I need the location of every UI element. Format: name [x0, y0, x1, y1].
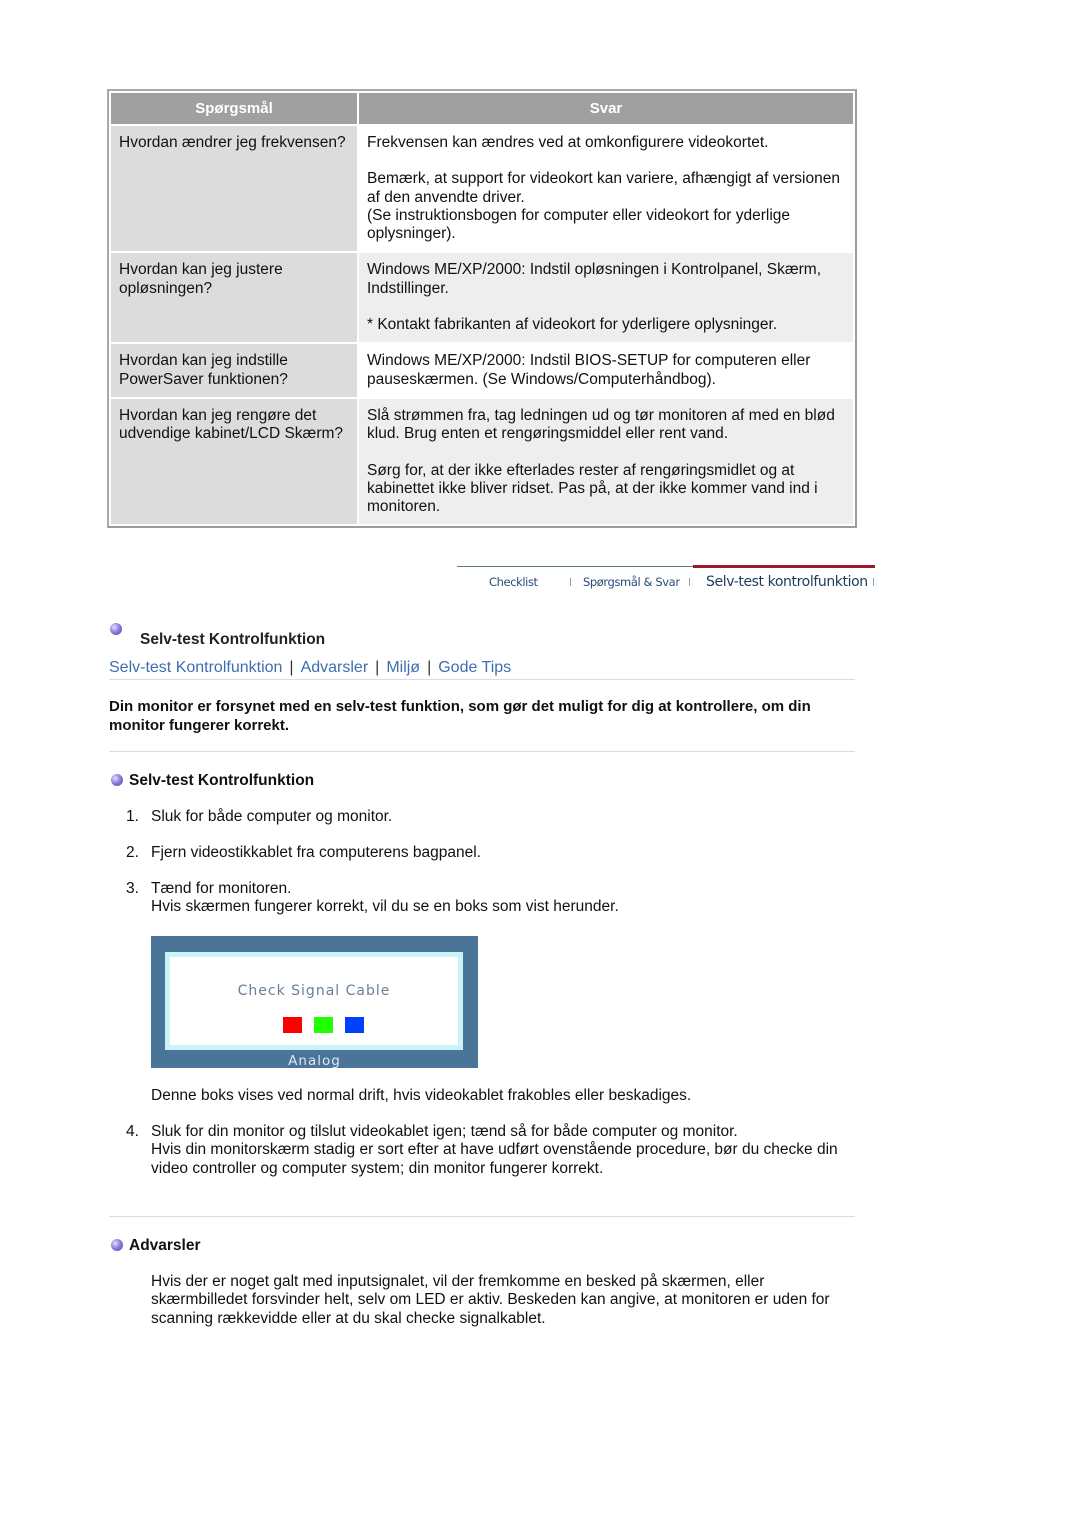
osd-green-square: [314, 1017, 333, 1033]
step-text: Sluk for din monitor og tilslut videokab…: [151, 1123, 738, 1140]
step-list: 1. Sluk for både computer og monitor.: [109, 808, 855, 826]
faq-answer-paragraph: Bemærk, at support for videokort kan var…: [367, 170, 840, 206]
link-environment[interactable]: Miljø: [386, 659, 420, 676]
warnings-text: Hvis der er noget galt med inputsignalet…: [151, 1273, 830, 1327]
faq-answer: Frekvensen kan ændres ved at omkonfigure…: [359, 126, 853, 252]
tab-separator: [689, 578, 690, 586]
step-item: 3. Tænd for monitoren. Hvis skærmen fung…: [109, 880, 855, 917]
divider: [109, 751, 855, 752]
link-separator: |: [375, 659, 380, 676]
step-text: Hvis skærmen fungerer korrekt, vil du se…: [151, 898, 619, 916]
tab-checklist[interactable]: Checklist: [489, 575, 538, 589]
step-list: 4. Sluk for din monitor og tilslut video…: [109, 1123, 855, 1178]
step-list: 3. Tænd for monitoren. Hvis skærmen fung…: [109, 880, 855, 917]
section-title: Selv-test Kontrolfunktion: [140, 631, 326, 648]
step-number: 2.: [126, 844, 139, 861]
faq-answer-paragraph: (Se instruktionsbogen for computer eller…: [367, 206, 791, 243]
faq-question: Hvordan kan jeg indstille PowerSaver fun…: [111, 344, 357, 397]
link-self-test[interactable]: Selv-test Kontrolfunktion: [109, 659, 282, 676]
warnings-heading: Advarsler: [111, 1237, 201, 1255]
selftest-heading-text: Selv-test Kontrolfunktion: [129, 772, 315, 789]
faq-answer-paragraph: Windows ME/XP/2000: Indstil BIOS-SETUP f…: [367, 352, 811, 388]
osd-blue-square: [345, 1017, 364, 1033]
osd-title: Check Signal Cable: [237, 983, 391, 999]
link-warnings[interactable]: Advarsler: [301, 659, 369, 676]
step-text: Tænd for monitoren.: [151, 880, 292, 897]
tab-separator: [873, 578, 874, 586]
faq-question: Hvordan kan jeg rengøre det udvendige ka…: [111, 398, 357, 525]
step-text: Fjern videostikkablet fra computerens ba…: [151, 844, 481, 861]
step-item: 2. Fjern videostikkablet fra computerens…: [109, 844, 855, 862]
osd-mode-label: Analog: [288, 1053, 341, 1069]
link-separator: |: [427, 659, 432, 676]
faq-row: Hvordan kan jeg indstille PowerSaver fun…: [111, 344, 853, 397]
faq-answer: Windows ME/XP/2000: Indstil BIOS-SETUP f…: [359, 344, 853, 397]
osd-red-square: [283, 1017, 302, 1033]
bullet-icon: [111, 774, 123, 786]
faq-header-row: Spørgsmål Svar: [111, 93, 853, 124]
warnings-heading-text: Advarsler: [129, 1237, 201, 1254]
divider: [109, 1216, 855, 1217]
faq-row: Hvordan ændrer jeg frekvensen? Frekvense…: [111, 126, 853, 252]
step-item: 4. Sluk for din monitor og tilslut video…: [109, 1123, 855, 1178]
faq-answer-paragraph: Frekvensen kan ændres ved at omkonfigure…: [367, 134, 769, 151]
step-number: 1.: [126, 808, 139, 825]
step-item: 1. Sluk for både computer og monitor.: [109, 808, 855, 826]
osd-inner-panel: Check Signal Cable: [165, 952, 463, 1050]
section-links: Selv-test Kontrolfunktion | Advarsler | Milj…: [109, 659, 855, 680]
step-number: 4.: [126, 1123, 139, 1140]
faq-question: Hvordan kan jeg justere opløsningen?: [111, 253, 357, 343]
tab-faq[interactable]: Spørgsmål & Svar: [583, 575, 680, 589]
active-tab-indicator: [693, 565, 875, 568]
tab-separator: [570, 578, 571, 586]
bullet-icon: [110, 623, 122, 635]
step-text: Sluk for både computer og monitor.: [151, 808, 393, 825]
section-tab-nav: Checklist Spørgsmål & Svar Selv-test kon…: [457, 565, 875, 596]
step-text: Hvis din monitorskærm stadig er sort eft…: [151, 1141, 838, 1177]
faq-answer-paragraph: * Kontakt fabrikanten af videokort for y…: [367, 316, 778, 334]
faq-answer-paragraph: Sørg for, at der ikke efterlades rester …: [367, 461, 818, 516]
faq-answer: Slå strømmen fra, tag ledningen ud og tø…: [359, 398, 853, 525]
step-number: 3.: [126, 880, 139, 897]
osd-note: Denne boks vises ved normal drift, hvis …: [151, 1087, 692, 1104]
faq-header-answer: Svar: [359, 93, 853, 124]
link-good-tips[interactable]: Gode Tips: [438, 659, 511, 676]
link-separator: |: [289, 659, 294, 676]
faq-answer-paragraph: Slå strømmen fra, tag ledningen ud og tø…: [367, 406, 835, 443]
bullet-icon: [111, 1239, 123, 1251]
faq-row: Hvordan kan jeg rengøre det udvendige ka…: [111, 398, 853, 525]
intro-text: Din monitor er forsynet med en selv-test…: [109, 698, 811, 734]
faq-answer-paragraph: Windows ME/XP/2000: Indstil opløsningen …: [367, 261, 822, 297]
faq-table: Spørgsmål Svar Hvordan ændrer jeg frekve…: [107, 89, 857, 529]
tab-self-test[interactable]: Selv-test kontrolfunktion: [706, 574, 868, 590]
check-signal-osd-image: Check Signal Cable Analog: [151, 936, 478, 1069]
tab-nav-rule: [457, 566, 693, 567]
step-list: 2. Fjern videostikkablet fra computerens…: [109, 844, 855, 862]
faq-header-question: Spørgsmål: [111, 93, 357, 124]
selftest-heading: Selv-test Kontrolfunktion: [111, 772, 314, 790]
faq-row: Hvordan kan jeg justere opløsningen? Win…: [111, 253, 853, 343]
faq-answer: Windows ME/XP/2000: Indstil opløsningen …: [359, 253, 853, 343]
faq-question: Hvordan ændrer jeg frekvensen?: [111, 126, 357, 252]
